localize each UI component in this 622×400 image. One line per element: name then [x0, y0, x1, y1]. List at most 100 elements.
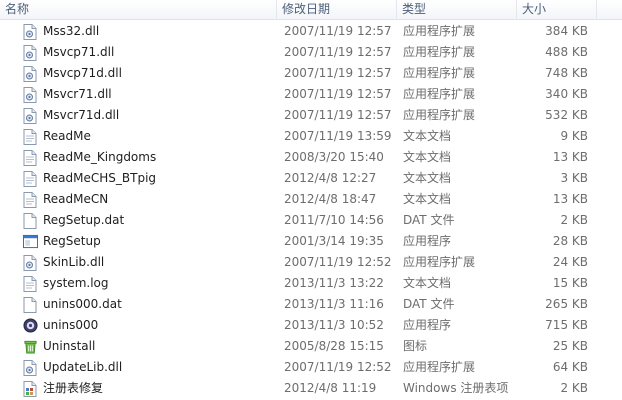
file-type: 应用程序扩展: [403, 45, 476, 59]
file-name: SkinLib.dll: [43, 255, 105, 269]
file-size: 340 KB: [545, 87, 588, 101]
file-type: 文本文档: [403, 150, 452, 164]
column-header-name[interactable]: 名称: [0, 0, 276, 19]
blank-file-icon: [23, 213, 37, 229]
dll-file-icon: [23, 66, 37, 82]
file-modified-date: 2001/3/14 19:35: [284, 234, 384, 248]
file-modified-date: 2007/11/19 12:57: [284, 24, 392, 38]
file-modified-date: 2011/7/10 14:56: [284, 213, 384, 227]
file-name: Msvcr71d.dll: [43, 108, 120, 122]
file-type: 应用程序扩展: [403, 360, 476, 374]
file-size: 265 KB: [545, 297, 588, 311]
dll-file-icon: [23, 87, 37, 103]
file-type: 图标: [403, 339, 428, 353]
file-size: 24 KB: [552, 255, 588, 269]
dll-file-icon: [23, 255, 37, 271]
file-modified-date: 2013/11/3 11:16: [284, 297, 384, 311]
file-name: Msvcp71.dll: [43, 45, 115, 59]
file-row[interactable]: Msvcr71d.dll 2007/11/19 12:57 应用程序扩展 532 KB: [0, 105, 622, 126]
file-size: 532 KB: [545, 108, 588, 122]
file-modified-date: 2012/4/8 12:27: [284, 171, 377, 185]
dll-file-icon: [23, 108, 37, 124]
file-size: 488 KB: [545, 45, 588, 59]
file-size: 2 KB: [560, 381, 588, 395]
file-name: ReadMe: [43, 129, 91, 143]
column-header-type-label: 类型: [402, 2, 427, 16]
file-row[interactable]: RegSetup.dat 2011/7/10 14:56 DAT 文件 2 KB: [0, 210, 622, 231]
file-type: 文本文档: [403, 276, 452, 290]
file-name: unins000.dat: [43, 297, 122, 311]
file-type: Windows 注册表项: [403, 381, 509, 395]
file-row[interactable]: UpdateLib.dll 2007/11/19 12:52 应用程序扩展 64 KB: [0, 357, 622, 378]
file-size: 28 KB: [552, 234, 588, 248]
column-header-size-label: 大小: [522, 2, 547, 16]
recycle-icon: [23, 339, 37, 355]
dll-file-icon: [23, 360, 37, 376]
file-type: 文本文档: [403, 192, 452, 206]
file-row[interactable]: unins000 2013/11/3 10:52 应用程序 715 KB: [0, 315, 622, 336]
file-modified-date: 2013/11/3 10:52: [284, 318, 384, 332]
file-row[interactable]: ReadMeCHS_BTpig 2012/4/8 12:27 文本文档 3 KB: [0, 168, 622, 189]
file-row[interactable]: ReadMe 2007/11/19 13:59 文本文档 9 KB: [0, 126, 622, 147]
column-header-date[interactable]: 修改日期: [276, 0, 396, 19]
file-size: 15 KB: [552, 276, 588, 290]
column-header-spacer: [596, 0, 622, 19]
file-row[interactable]: ReadMeCN 2012/4/8 18:47 文本文档 13 KB: [0, 189, 622, 210]
uninstaller-icon: [23, 318, 38, 334]
file-modified-date: 2012/4/8 18:47: [284, 192, 377, 206]
file-row[interactable]: 注册表修复 2012/4/8 11:19 Windows 注册表项 2 KB: [0, 378, 622, 399]
file-modified-date: 2007/11/19 12:52: [284, 255, 392, 269]
blank-file-icon: [23, 297, 37, 313]
column-header-size[interactable]: 大小: [516, 0, 596, 19]
file-name: system.log: [43, 276, 109, 290]
file-size: 13 KB: [552, 150, 588, 164]
file-modified-date: 2013/11/3 13:22: [284, 276, 384, 290]
dll-file-icon: [23, 45, 37, 61]
file-row[interactable]: Mss32.dll 2007/11/19 12:57 应用程序扩展 384 KB: [0, 21, 622, 42]
file-modified-date: 2012/4/8 11:19: [284, 381, 377, 395]
text-file-icon: [23, 129, 37, 145]
dll-file-icon: [23, 24, 37, 40]
file-modified-date: 2008/3/20 15:40: [284, 150, 384, 164]
file-size: 25 KB: [552, 339, 588, 353]
file-row[interactable]: SkinLib.dll 2007/11/19 12:52 应用程序扩展 24 KB: [0, 252, 622, 273]
file-type: DAT 文件: [403, 297, 455, 311]
file-name: ReadMeCN: [43, 192, 109, 206]
file-row[interactable]: ReadMe_Kingdoms 2008/3/20 15:40 文本文档 13 KB: [0, 147, 622, 168]
file-name: unins000: [43, 318, 99, 332]
file-type: 应用程序: [403, 318, 452, 332]
file-type: 应用程序扩展: [403, 66, 476, 80]
file-name: Msvcr71.dll: [43, 87, 112, 101]
file-row[interactable]: Msvcr71.dll 2007/11/19 12:57 应用程序扩展 340 KB: [0, 84, 622, 105]
file-type: 应用程序扩展: [403, 108, 476, 122]
file-name: ReadMe_Kingdoms: [43, 150, 157, 164]
column-header-date-label: 修改日期: [282, 2, 331, 16]
text-file-icon: [23, 276, 37, 292]
file-size: 748 KB: [545, 66, 588, 80]
file-modified-date: 2007/11/19 12:57: [284, 108, 392, 122]
file-size: 3 KB: [560, 171, 588, 185]
file-type: 应用程序扩展: [403, 87, 476, 101]
column-header-name-label: 名称: [5, 2, 30, 16]
file-type: 应用程序扩展: [403, 255, 476, 269]
application-icon: [23, 234, 38, 250]
file-row[interactable]: Msvcp71.dll 2007/11/19 12:57 应用程序扩展 488 KB: [0, 42, 622, 63]
file-name: Uninstall: [43, 339, 96, 353]
file-modified-date: 2007/11/19 13:59: [284, 129, 392, 143]
file-type: 应用程序: [403, 234, 452, 248]
file-size: 9 KB: [560, 129, 588, 143]
file-row[interactable]: unins000.dat 2013/11/3 11:16 DAT 文件 265 KB: [0, 294, 622, 315]
file-name: RegSetup: [43, 234, 101, 248]
file-row[interactable]: Uninstall 2005/8/28 15:15 图标 25 KB: [0, 336, 622, 357]
file-name: Mss32.dll: [43, 24, 100, 38]
file-row[interactable]: system.log 2013/11/3 13:22 文本文档 15 KB: [0, 273, 622, 294]
column-header-type[interactable]: 类型: [396, 0, 516, 19]
file-row[interactable]: Msvcp71d.dll 2007/11/19 12:57 应用程序扩展 748 KB: [0, 63, 622, 84]
text-file-icon: [23, 171, 37, 187]
file-modified-date: 2007/11/19 12:57: [284, 66, 392, 80]
text-file-icon: [23, 150, 37, 166]
file-modified-date: 2007/11/19 12:57: [284, 45, 392, 59]
file-name: Msvcp71d.dll: [43, 66, 122, 80]
file-row[interactable]: RegSetup 2001/3/14 19:35 应用程序 28 KB: [0, 231, 622, 252]
file-size: 64 KB: [552, 360, 588, 374]
